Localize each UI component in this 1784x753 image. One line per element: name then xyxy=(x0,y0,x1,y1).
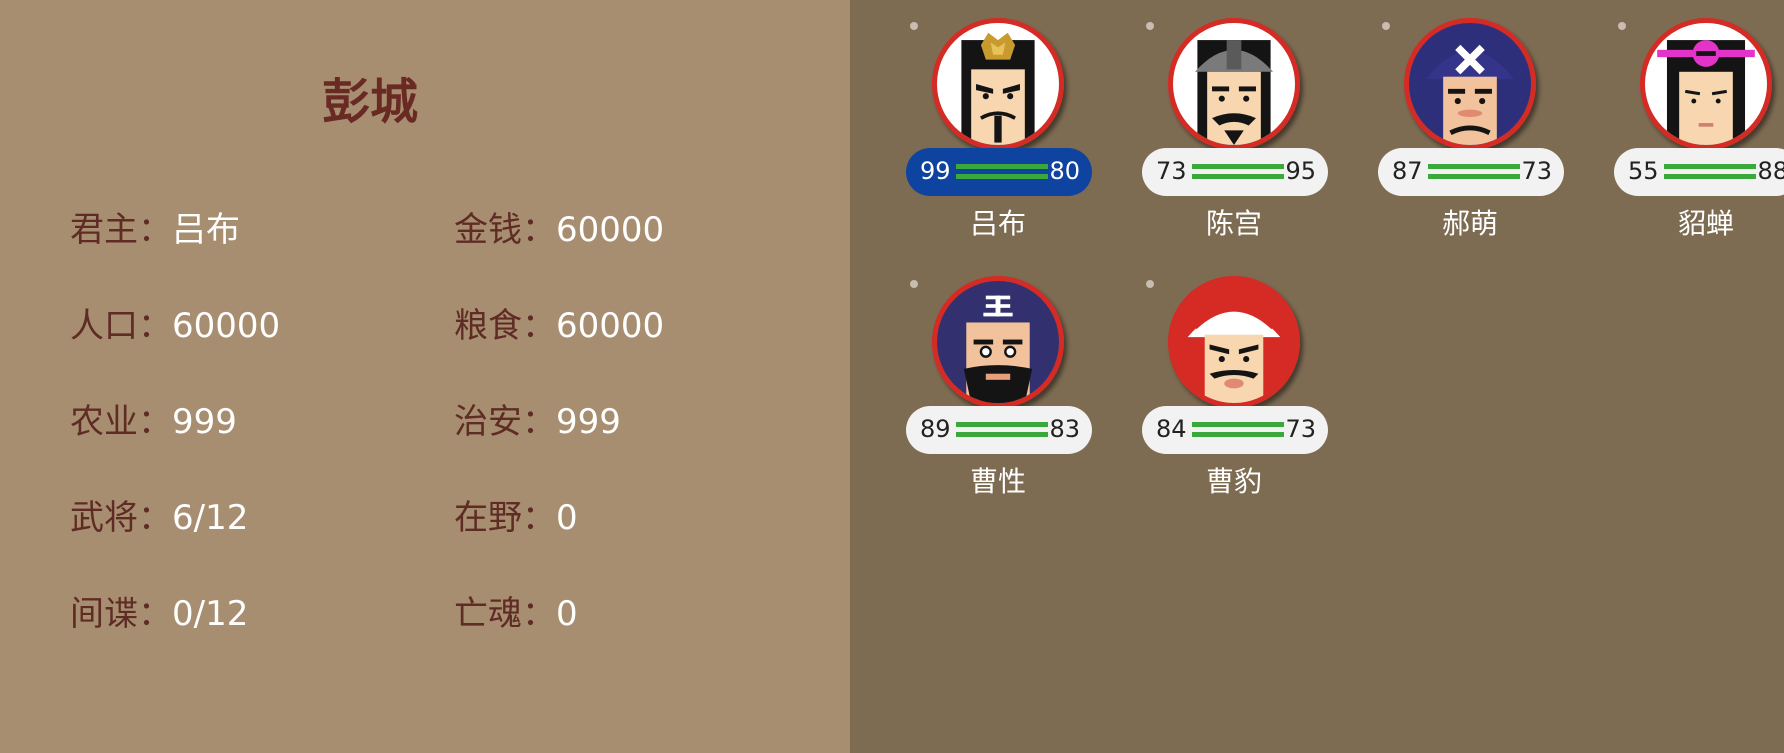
stat-bar xyxy=(956,164,1048,169)
war-stat: 87 xyxy=(1392,157,1423,185)
stat-bar xyxy=(1192,174,1284,179)
city-name: 彭城 xyxy=(321,74,418,130)
stat-bar xyxy=(1428,174,1520,179)
stat-value: 6/12 xyxy=(172,498,249,538)
general-name: 陈宫 xyxy=(1205,207,1262,240)
intellect-stat: 83 xyxy=(1049,415,1080,443)
status-dot xyxy=(1146,280,1154,288)
stat-pill: 73 95 xyxy=(1142,148,1328,196)
war-stat: 89 xyxy=(920,415,951,443)
diao-chan-portrait-icon[interactable] xyxy=(1640,18,1772,150)
general-card[interactable]: 84 73 曹豹 xyxy=(1112,258,1328,498)
war-stat: 84 xyxy=(1156,415,1187,443)
general-card[interactable]: 87 73 郝萌 xyxy=(1348,0,1564,240)
hao-meng-portrait-icon[interactable] xyxy=(1404,18,1536,150)
stat-label: 治安： xyxy=(454,402,556,442)
general-card[interactable]: 99 80 吕布 xyxy=(876,0,1092,240)
general-card[interactable]: 55 88 貂蝉 xyxy=(1584,0,1784,240)
stat-pill: 55 88 xyxy=(1614,148,1784,196)
stat-label: 在野： xyxy=(454,498,556,538)
status-dot xyxy=(1382,22,1390,30)
stat-label: 农业： xyxy=(70,402,172,442)
stat-value: 60000 xyxy=(172,306,281,346)
intellect-stat: 73 xyxy=(1285,415,1316,443)
stat-label: 金钱： xyxy=(454,210,556,250)
war-stat: 99 xyxy=(920,157,951,185)
stat-value: 吕布 xyxy=(172,210,240,250)
war-stat: 73 xyxy=(1156,157,1187,185)
stat-bar xyxy=(1192,422,1284,427)
intellect-stat: 80 xyxy=(1049,157,1080,185)
stat-label: 间谍： xyxy=(70,594,172,634)
chen-gong-portrait-icon[interactable] xyxy=(1168,18,1300,150)
stat-ruler: 君主：吕布 xyxy=(70,202,240,251)
general-name: 曹豹 xyxy=(1205,465,1262,498)
stat-bar xyxy=(956,432,1048,437)
stat-value: 60000 xyxy=(556,210,665,250)
status-dot xyxy=(1618,22,1626,30)
general-name: 郝萌 xyxy=(1441,207,1498,240)
war-stat: 55 xyxy=(1628,157,1659,185)
cao-xing-portrait-icon[interactable] xyxy=(932,276,1064,408)
stat-pill: 99 80 xyxy=(906,148,1092,196)
stat-bar xyxy=(956,422,1048,427)
status-dot xyxy=(910,22,918,30)
stat-public-order: 治安：999 xyxy=(454,394,621,443)
stat-bar xyxy=(1428,164,1520,169)
stat-value: 0/12 xyxy=(172,594,249,634)
stat-bar xyxy=(1192,164,1284,169)
intellect-stat: 73 xyxy=(1521,157,1552,185)
stat-value: 0 xyxy=(556,498,578,538)
stat-value: 0 xyxy=(556,594,578,634)
stat-food: 粮食：60000 xyxy=(454,298,664,347)
stat-money: 金钱：60000 xyxy=(454,202,664,251)
stat-bar xyxy=(1664,164,1756,169)
general-name: 吕布 xyxy=(969,207,1026,240)
stat-agriculture: 农业：999 xyxy=(70,394,237,443)
status-dot xyxy=(910,280,918,288)
stat-value: 60000 xyxy=(556,306,665,346)
stat-label: 君主： xyxy=(70,210,172,250)
stat-spies: 间谍：0/12 xyxy=(70,586,248,635)
general-card[interactable]: 73 95 陈宫 xyxy=(1112,0,1328,240)
stat-generals: 武将：6/12 xyxy=(70,490,248,539)
stat-unaffiliated: 在野：0 xyxy=(454,490,578,539)
stat-pill: 89 83 xyxy=(906,406,1092,454)
stat-bar xyxy=(1664,174,1756,179)
stat-pill: 84 73 xyxy=(1142,406,1328,454)
stat-value: 999 xyxy=(556,402,621,442)
city-info-panel: 彭城 君主：吕布 金钱：60000 人口：60000 粮食：60000 农业：9… xyxy=(0,0,850,753)
status-dot xyxy=(1146,22,1154,30)
general-card[interactable]: 89 83 曹性 xyxy=(876,258,1092,498)
stat-value: 999 xyxy=(172,402,237,442)
cao-bao-portrait-icon[interactable] xyxy=(1168,276,1300,408)
intellect-stat: 88 xyxy=(1757,157,1784,185)
stat-spirits: 亡魂：0 xyxy=(454,586,578,635)
stat-bar xyxy=(956,174,1048,179)
general-name: 貂蝉 xyxy=(1677,207,1734,240)
intellect-stat: 95 xyxy=(1285,157,1316,185)
stat-pill: 87 73 xyxy=(1378,148,1564,196)
general-name: 曹性 xyxy=(969,465,1026,498)
generals-grid: 99 80 吕布 73 95 陈宫 87 73 郝萌 55 88 貂蝉 89 8… xyxy=(850,0,1784,753)
stat-bar xyxy=(1192,432,1284,437)
stat-label: 人口： xyxy=(70,306,172,346)
stat-label: 亡魂： xyxy=(454,594,556,634)
stat-label: 粮食： xyxy=(454,306,556,346)
stat-label: 武将： xyxy=(70,498,172,538)
lu-bu-portrait-icon[interactable] xyxy=(932,18,1064,150)
stat-population: 人口：60000 xyxy=(70,298,280,347)
